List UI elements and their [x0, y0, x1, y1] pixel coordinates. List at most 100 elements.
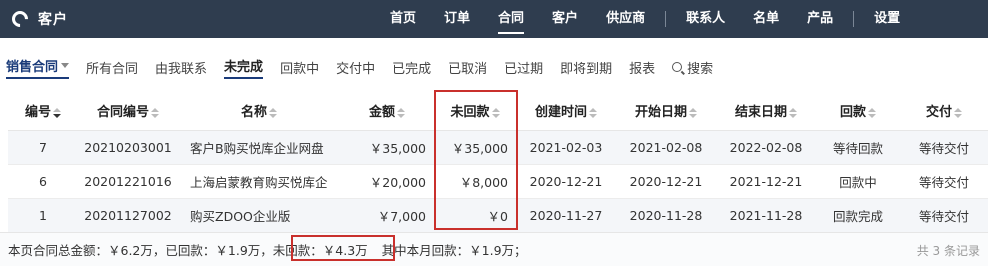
cell-start: 2021-02-08	[616, 130, 716, 165]
tab-collecting[interactable]: 回款中	[280, 58, 319, 77]
record-count: 共 3 条记录	[916, 244, 980, 258]
cell-delivery: 等待交付	[900, 130, 988, 165]
sort-icon	[689, 107, 697, 118]
table-summary: 本页合同总金额：￥6.2万， 已回款：￥1.9万， 未回款：￥4.3万 其中本月…	[0, 232, 988, 266]
cell-id: 6	[8, 164, 78, 199]
nav-contracts[interactable]: 合同	[484, 0, 538, 38]
sort-icon	[868, 107, 876, 118]
col-header-amount[interactable]: 金额	[340, 92, 434, 131]
search-button[interactable]: 搜索	[672, 58, 713, 77]
cell-payment: 等待回款	[816, 130, 900, 165]
cell-unpaid: ￥35,000	[434, 130, 516, 165]
nav-settings[interactable]: 设置	[860, 0, 914, 38]
cell-amount: ￥20,000	[340, 164, 434, 199]
nav-home[interactable]: 首页	[376, 0, 430, 38]
col-label: 金额	[368, 105, 395, 121]
sort-icon	[151, 107, 159, 118]
col-header-delivery[interactable]: 交付	[900, 92, 988, 131]
sort-icon	[954, 107, 962, 118]
logo-c-icon	[8, 7, 32, 31]
sort-icon	[491, 107, 500, 118]
cell-delivery: 等待交付	[900, 164, 988, 199]
cell-code[interactable]: 20201221016	[78, 164, 178, 199]
nav-list[interactable]: 名单	[739, 0, 793, 38]
cell-created: 2021-02-03	[516, 130, 616, 165]
cell-unpaid: ￥0	[434, 198, 516, 233]
cell-payment: 回款完成	[816, 198, 900, 233]
cell-created: 2020-12-21	[516, 164, 616, 199]
tab-expired[interactable]: 已过期	[504, 58, 543, 77]
col-header-id[interactable]: 编号	[8, 92, 78, 131]
cell-code[interactable]: 20201127002	[78, 198, 178, 233]
nav-divider	[853, 11, 855, 27]
tab-contacted-by-me[interactable]: 由我联系	[155, 58, 207, 77]
col-label: 名称	[240, 105, 267, 121]
tab-completed[interactable]: 已完成	[392, 58, 431, 77]
col-header-start[interactable]: 开始日期	[616, 92, 716, 131]
cell-amount: ￥35,000	[340, 130, 434, 165]
cell-delivery: 等待交付	[900, 198, 988, 233]
cell-start: 2020-11-28	[616, 198, 716, 233]
contracts-table: 编号 合同编号 名称 金额 未回款 创建时间 开始日期 结束日期 回款 交付 7…	[8, 92, 988, 233]
summary-paid: 已回款：￥1.9万，	[165, 243, 273, 258]
cell-end: 2021-12-21	[716, 164, 816, 199]
tab-all-contracts[interactable]: 所有合同	[86, 58, 138, 77]
nav-orders[interactable]: 订单	[430, 0, 484, 38]
col-header-unpaid[interactable]: 未回款	[434, 92, 516, 131]
app-title: 客户	[38, 12, 68, 28]
cell-start: 2020-12-21	[616, 164, 716, 199]
col-label: 编号	[24, 105, 51, 121]
search-label: 搜索	[687, 61, 714, 77]
cell-id: 1	[8, 198, 78, 233]
cell-name[interactable]: 购买ZDOO企业版	[178, 198, 340, 233]
nav-suppliers[interactable]: 供应商	[592, 0, 659, 38]
sort-icon	[397, 107, 405, 118]
col-label: 未回款	[450, 105, 490, 121]
sort-icon	[269, 107, 277, 118]
tab-cancelled[interactable]: 已取消	[448, 58, 487, 77]
col-header-code[interactable]: 合同编号	[78, 92, 178, 131]
cell-code[interactable]: 20210203001	[78, 130, 178, 165]
summary-unpaid: 未回款：￥4.3万	[272, 243, 368, 258]
cell-end: 2022-02-08	[716, 130, 816, 165]
col-header-created[interactable]: 创建时间	[516, 92, 616, 131]
tab-reports[interactable]: 报表	[629, 58, 655, 77]
col-header-payment[interactable]: 回款	[816, 92, 900, 131]
table-row[interactable]: 1 20201127002 购买ZDOO企业版 ￥7,000 ￥0 2020-1…	[8, 198, 988, 233]
app-logo[interactable]: 客户	[0, 7, 68, 31]
tab-label: 销售合同	[6, 59, 59, 75]
sort-desc-icon	[53, 107, 61, 118]
col-header-end[interactable]: 结束日期	[716, 92, 816, 131]
cell-name[interactable]: 上海启蒙教育购买悦库企	[178, 164, 340, 199]
cell-end: 2021-11-28	[716, 198, 816, 233]
summary-total: 本页合同总金额：￥6.2万，	[8, 243, 166, 258]
search-icon	[672, 62, 683, 72]
main-nav: 首页 订单 合同 客户 供应商 联系人 名单 产品 设置	[376, 0, 914, 38]
chevron-down-icon	[61, 62, 70, 68]
nav-products[interactable]: 产品	[793, 0, 847, 38]
sub-nav: 销售合同 所有合同 由我联系 未完成 回款中 交付中 已完成 已取消 已过期 即…	[0, 50, 988, 84]
summary-month: 其中本月回款：￥1.9万；	[381, 243, 527, 258]
col-label: 创建时间	[534, 105, 587, 121]
col-label: 开始日期	[634, 105, 687, 121]
cell-created: 2020-11-27	[516, 198, 616, 233]
sort-icon	[789, 107, 797, 118]
tab-delivering[interactable]: 交付中	[336, 58, 375, 77]
col-label: 回款	[839, 105, 866, 121]
nav-contacts[interactable]: 联系人	[672, 0, 739, 38]
col-label: 合同编号	[96, 105, 149, 121]
tab-unfinished[interactable]: 未完成	[224, 56, 264, 79]
cell-name[interactable]: 客户B购买悦库企业网盘	[178, 130, 340, 165]
cell-payment: 回款中	[816, 164, 900, 199]
table-header-row: 编号 合同编号 名称 金额 未回款 创建时间 开始日期 结束日期 回款 交付	[8, 92, 988, 131]
nav-divider	[665, 11, 667, 27]
cell-unpaid: ￥8,000	[434, 164, 516, 199]
col-header-name[interactable]: 名称	[178, 92, 340, 131]
tab-sales-contracts[interactable]: 销售合同	[6, 56, 70, 79]
col-label: 交付	[925, 105, 952, 121]
tab-expiring-soon[interactable]: 即将到期	[560, 58, 612, 77]
nav-customers[interactable]: 客户	[538, 0, 592, 38]
table-row[interactable]: 6 20201221016 上海启蒙教育购买悦库企 ￥20,000 ￥8,000…	[8, 164, 988, 199]
table-row[interactable]: 7 20210203001 客户B购买悦库企业网盘 ￥35,000 ￥35,00…	[8, 130, 988, 165]
sort-icon	[589, 107, 597, 118]
